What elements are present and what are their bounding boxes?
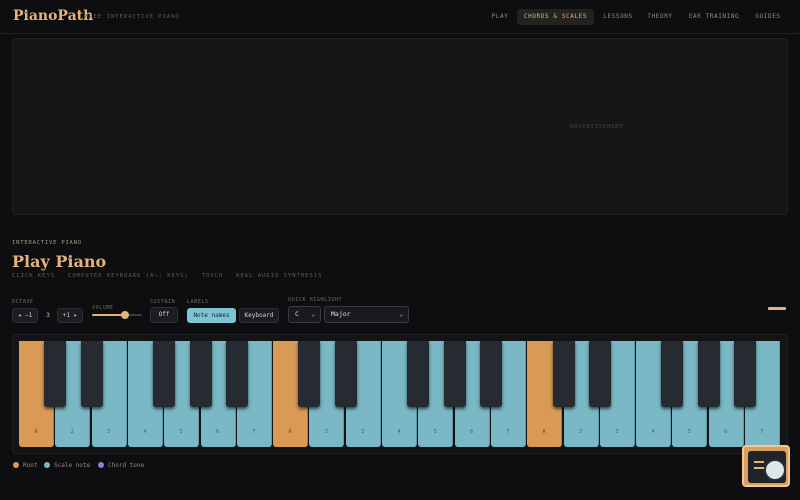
labels-label: LABELS [187,299,209,305]
black-key[interactable] [298,341,321,407]
sustain-label: SUSTAIN [150,299,176,305]
black-key[interactable] [552,341,575,407]
black-key[interactable] [153,341,176,407]
legend-item-scale-note: Scale note [44,462,90,472]
search-icon [764,459,786,481]
main-nav: PLAY CHORDS & SCALES LESSONS THEORY EAR … [0,9,800,25]
nav-item-ear-training[interactable]: EAR TRAINING [684,9,744,25]
white-key-label: 6 [724,429,728,435]
scale-type-value: Major [331,310,351,318]
white-key-label: R [34,429,38,435]
white-key-label: 7 [506,429,510,435]
black-key[interactable] [588,341,611,407]
root-note-value: C [295,310,299,318]
black-key[interactable] [443,341,466,407]
white-key-label: R [288,429,292,435]
black-key[interactable] [334,341,357,407]
volume-slider-fill [92,314,125,316]
white-key-label: 4 [651,429,655,435]
advertisement-label: ADVERTISEMENT [570,124,624,130]
note-names-toggle[interactable]: Note names [187,308,236,323]
nav-item-chords-scales[interactable]: CHORDS & SCALES [517,9,594,25]
legend-swatch [13,462,19,468]
black-key[interactable] [44,341,67,407]
white-key-label: 4 [397,429,401,435]
top-navigation-bar: PianoPath FREE INTERACTIVE PIANO PLAY CH… [0,0,800,34]
quick-highlight-label: QUICK HIGHLIGHT [288,297,343,303]
black-key[interactable] [407,341,430,407]
white-key-label: 3 [361,429,365,435]
white-key-label: 6 [470,429,474,435]
white-key-label: 5 [179,429,183,435]
white-key-label: 2 [578,429,582,435]
section-eyebrow: INTERACTIVE PIANO [12,240,82,246]
white-key-label: 7 [252,429,256,435]
terminal-line [754,461,764,463]
chevron-down-icon: ⌄ [311,311,315,318]
octave-label: OCTAVE [12,299,34,305]
keyboard-labels-toggle[interactable]: Keyboard [239,308,279,323]
legend-label: Root [23,462,38,469]
scale-type-select[interactable]: Major ⌄ [324,306,409,323]
white-key-label: 5 [433,429,437,435]
collapse-handle[interactable] [768,307,786,310]
white-key-label: 3 [107,429,111,435]
legend-item-chord-tone: Chord tone [98,462,144,472]
page-title: Play Piano [12,252,107,271]
octave-value: 3 [46,311,50,319]
legend-swatch [44,462,50,468]
advertisement-slot [12,38,788,215]
black-key[interactable] [734,341,756,407]
black-key[interactable] [697,341,720,407]
chevron-down-icon: ⌄ [399,311,403,318]
nav-item-guides[interactable]: GUIDES [751,9,785,25]
white-key-label: 3 [615,429,619,435]
root-note-select[interactable]: C ⌄ [288,306,321,323]
black-key[interactable] [80,341,103,407]
legend-label: Chord tone [108,462,145,469]
legend-item-root: Root [13,462,37,472]
legend-swatch [98,462,104,468]
nav-item-play[interactable]: PLAY [487,9,513,25]
black-key[interactable] [661,341,684,407]
nav-item-lessons[interactable]: LESSONS [599,9,637,25]
white-key-label: 5 [687,429,691,435]
nav-item-theory[interactable]: THEORY [644,9,676,25]
black-key[interactable] [189,341,212,407]
white-key-label: 2 [324,429,328,435]
volume-slider-thumb[interactable] [120,311,129,319]
octave-up-button[interactable]: +1 ▸ [57,308,83,323]
white-key-label: 7 [760,429,764,435]
floating-help-widget[interactable] [742,445,790,487]
page-subtitle: CLICK KEYS · COMPUTER KEYBOARD (A–; KEYS… [12,273,323,279]
white-key-label: R [542,429,546,435]
white-key-label: 4 [143,429,147,435]
white-key-label: 6 [215,429,219,435]
volume-slider-track[interactable] [92,314,142,316]
octave-down-button[interactable]: ◂ −1 [12,308,38,323]
black-key[interactable] [479,341,502,407]
black-key[interactable] [225,341,248,407]
sustain-toggle[interactable]: Off [150,307,178,323]
white-key-label: 2 [70,429,74,435]
legend-label: Scale note [54,462,91,469]
volume-label: VOLUME [92,305,114,311]
